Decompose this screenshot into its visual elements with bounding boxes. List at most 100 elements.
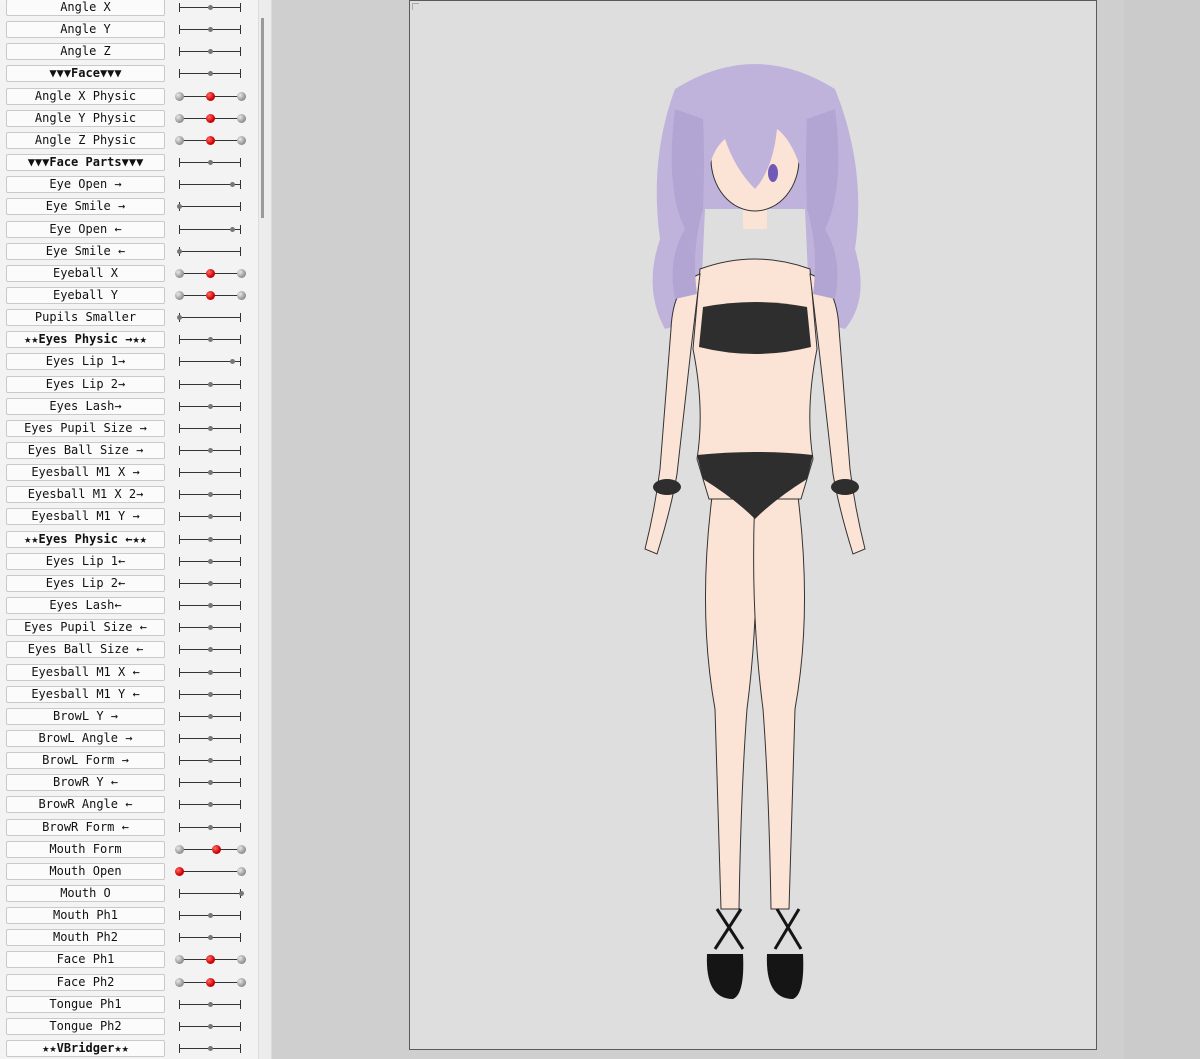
slider-handle[interactable] xyxy=(208,935,213,940)
slider-handle[interactable] xyxy=(206,978,215,987)
slider-handle[interactable] xyxy=(229,359,235,364)
parameter-label[interactable]: Mouth Ph2 xyxy=(6,929,165,946)
slider-handle[interactable] xyxy=(229,182,235,187)
parameter-label[interactable]: Eyes Ball Size ← xyxy=(6,641,165,658)
slider-handle[interactable] xyxy=(208,160,213,165)
parameter-slider[interactable] xyxy=(174,330,246,350)
slider-end-knob[interactable] xyxy=(175,845,184,854)
parameter-label[interactable]: BrowL Y → xyxy=(6,708,165,725)
parameter-slider[interactable] xyxy=(174,153,246,173)
parameter-slider[interactable] xyxy=(174,928,246,948)
parameter-panel-scrollbar[interactable] xyxy=(258,0,272,1059)
parameter-label[interactable]: Eyes Pupil Size → xyxy=(6,420,165,437)
parameter-slider[interactable] xyxy=(174,507,246,527)
slider-handle[interactable] xyxy=(208,404,213,409)
slider-handle[interactable] xyxy=(208,825,213,830)
parameter-label[interactable]: Eyesball M1 Y ← xyxy=(6,686,165,703)
slider-handle[interactable] xyxy=(208,337,213,342)
parameter-label[interactable]: Eye Open ← xyxy=(6,221,165,238)
parameter-label[interactable]: ★★Eyes Physic ←★★ xyxy=(6,531,165,548)
parameter-slider[interactable] xyxy=(174,286,246,306)
parameter-slider[interactable] xyxy=(174,773,246,793)
slider-handle[interactable] xyxy=(208,426,213,431)
parameter-label[interactable]: Eyes Lash→ xyxy=(6,398,165,415)
slider-handle[interactable] xyxy=(208,736,213,741)
parameter-slider[interactable] xyxy=(174,618,246,638)
parameter-label[interactable]: Eye Smile → xyxy=(6,198,165,215)
parameter-label[interactable]: Eye Open → xyxy=(6,176,165,193)
slider-end-knob[interactable] xyxy=(237,269,246,278)
parameter-slider[interactable] xyxy=(174,574,246,594)
parameter-slider[interactable] xyxy=(174,242,246,262)
slider-handle[interactable] xyxy=(208,802,213,807)
parameter-slider[interactable] xyxy=(174,950,246,970)
slider-end-knob[interactable] xyxy=(237,114,246,123)
slider-end-knob[interactable] xyxy=(237,136,246,145)
parameter-label[interactable]: Angle Y xyxy=(6,21,165,38)
slider-end-knob[interactable] xyxy=(237,291,246,300)
slider-handle[interactable] xyxy=(208,5,213,10)
slider-handle[interactable] xyxy=(208,603,213,608)
scrollbar-thumb[interactable] xyxy=(261,18,264,218)
slider-end-knob[interactable] xyxy=(175,92,184,101)
slider-handle[interactable] xyxy=(208,514,213,519)
parameter-label[interactable]: ★★VBridger★★ xyxy=(6,1040,165,1057)
slider-handle[interactable] xyxy=(208,758,213,763)
parameter-slider[interactable] xyxy=(174,552,246,572)
parameter-slider[interactable] xyxy=(174,375,246,395)
slider-handle[interactable] xyxy=(239,891,244,896)
parameter-label[interactable]: Eyeball X xyxy=(6,265,165,282)
parameter-label[interactable]: Face Ph2 xyxy=(6,974,165,991)
slider-handle[interactable] xyxy=(206,136,215,145)
parameter-slider[interactable] xyxy=(174,131,246,151)
parameter-slider[interactable] xyxy=(174,20,246,40)
parameter-slider[interactable] xyxy=(174,197,246,217)
slider-handle[interactable] xyxy=(208,1002,213,1007)
parameter-slider[interactable] xyxy=(174,906,246,926)
parameter-label[interactable]: Eyes Lash← xyxy=(6,597,165,614)
parameter-slider[interactable] xyxy=(174,175,246,195)
slider-handle[interactable] xyxy=(208,27,213,32)
parameter-slider[interactable] xyxy=(174,42,246,62)
parameter-slider[interactable] xyxy=(174,419,246,439)
parameter-label[interactable]: ▼▼▼Face▼▼▼ xyxy=(6,65,165,82)
slider-handle[interactable] xyxy=(208,382,213,387)
parameter-label[interactable]: BrowL Form → xyxy=(6,752,165,769)
parameter-slider[interactable] xyxy=(174,818,246,838)
parameter-label[interactable]: Eyes Lip 2→ xyxy=(6,376,165,393)
slider-end-knob[interactable] xyxy=(237,978,246,987)
slider-end-knob[interactable] xyxy=(237,867,246,876)
slider-handle[interactable] xyxy=(206,291,215,300)
parameter-label[interactable]: Eyes Ball Size → xyxy=(6,442,165,459)
parameter-slider[interactable] xyxy=(174,441,246,461)
slider-handle[interactable] xyxy=(208,537,213,542)
model-canvas[interactable] xyxy=(409,0,1097,1050)
parameter-slider[interactable] xyxy=(174,220,246,240)
parameter-slider[interactable] xyxy=(174,862,246,882)
parameter-label[interactable]: ▼▼▼Face Parts▼▼▼ xyxy=(6,154,165,171)
parameter-slider[interactable] xyxy=(174,729,246,749)
parameter-label[interactable]: Eyesball M1 Y → xyxy=(6,508,165,525)
parameter-slider[interactable] xyxy=(174,352,246,372)
slider-handle[interactable] xyxy=(206,955,215,964)
slider-end-knob[interactable] xyxy=(175,291,184,300)
slider-handle[interactable] xyxy=(208,625,213,630)
parameter-slider[interactable] xyxy=(174,1017,246,1037)
parameter-label[interactable]: ★★Eyes Physic →★★ xyxy=(6,331,165,348)
parameter-slider[interactable] xyxy=(174,751,246,771)
parameter-label[interactable]: Angle X Physic xyxy=(6,88,165,105)
parameter-label[interactable]: Eyes Lip 1← xyxy=(6,553,165,570)
parameter-label[interactable]: Eye Smile ← xyxy=(6,243,165,260)
slider-handle[interactable] xyxy=(208,1024,213,1029)
slider-end-knob[interactable] xyxy=(175,269,184,278)
parameter-slider[interactable] xyxy=(174,973,246,993)
parameter-label[interactable]: BrowR Form ← xyxy=(6,819,165,836)
slider-handle[interactable] xyxy=(208,581,213,586)
slider-handle[interactable] xyxy=(229,227,235,232)
slider-handle[interactable] xyxy=(208,913,213,918)
parameter-slider[interactable] xyxy=(174,109,246,129)
parameter-slider[interactable] xyxy=(174,707,246,727)
slider-handle[interactable] xyxy=(208,714,213,719)
slider-handle[interactable] xyxy=(208,692,213,697)
slider-end-knob[interactable] xyxy=(175,114,184,123)
